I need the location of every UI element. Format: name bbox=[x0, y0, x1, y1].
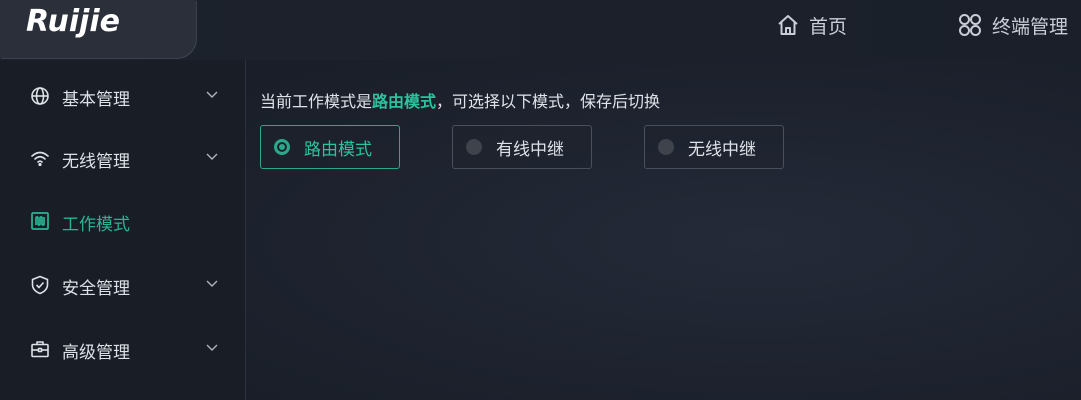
sidebar-item-basic-management[interactable]: 基本管理 bbox=[0, 76, 245, 116]
sidebar-item-label: 安全管理 bbox=[62, 279, 130, 299]
chevron-down-icon[interactable] bbox=[205, 278, 219, 288]
chevron-down-icon[interactable] bbox=[205, 151, 219, 161]
radio-selected-icon[interactable] bbox=[274, 139, 290, 155]
prompt-suffix: ，可选择以下模式，保存后切换 bbox=[436, 92, 661, 111]
mode-option-label: 路由模式 bbox=[304, 139, 372, 160]
toolbox-icon bbox=[31, 341, 49, 358]
wifi-icon bbox=[31, 151, 49, 167]
mode-option-wired-repeater[interactable]: 有线中继 bbox=[452, 125, 592, 169]
sidebar: 基本管理 无线管理 工作模式 安全管理 高级管理 bbox=[0, 60, 246, 400]
ruijie-logo[interactable]: Ruijie bbox=[26, 4, 120, 39]
home-icon bbox=[778, 15, 798, 35]
radio-unselected-icon[interactable] bbox=[466, 139, 482, 155]
nav-terminal-management-link[interactable]: 终端管理 bbox=[957, 10, 1068, 40]
logo-block: Ruijie bbox=[0, 0, 196, 58]
nav-home-label: 首页 bbox=[809, 15, 848, 38]
sidebar-item-label: 无线管理 bbox=[62, 152, 130, 172]
sidebar-item-label: 基本管理 bbox=[62, 90, 130, 110]
prompt-prefix: 当前工作模式是 bbox=[260, 92, 373, 111]
globe-icon bbox=[31, 87, 49, 105]
nav-terminal-management-label: 终端管理 bbox=[992, 15, 1069, 38]
sidebar-item-security-management[interactable]: 安全管理 bbox=[0, 265, 245, 305]
chevron-down-icon[interactable] bbox=[205, 342, 219, 352]
chevron-down-icon[interactable] bbox=[205, 89, 219, 99]
mode-option-route[interactable]: 路由模式 bbox=[260, 125, 400, 169]
top-header: Ruijie 首页 终端管理 bbox=[0, 0, 1081, 60]
sidebar-item-advanced-management[interactable]: 高级管理 bbox=[0, 329, 245, 369]
current-mode-highlight: 路由模式 bbox=[372, 92, 437, 111]
work-mode-icon bbox=[31, 212, 49, 230]
mode-option-label: 无线中继 bbox=[688, 139, 756, 160]
mode-option-label: 有线中继 bbox=[496, 139, 564, 160]
work-mode-prompt: 当前工作模式是路由模式，可选择以下模式，保存后切换 bbox=[260, 88, 660, 112]
mode-option-wireless-repeater[interactable]: 无线中继 bbox=[644, 125, 784, 169]
sidebar-item-label: 工作模式 bbox=[62, 215, 130, 235]
radio-unselected-icon[interactable] bbox=[658, 139, 674, 155]
sidebar-item-label: 高级管理 bbox=[62, 343, 130, 363]
sidebar-item-wireless-management[interactable]: 无线管理 bbox=[0, 138, 245, 178]
shield-icon bbox=[31, 275, 49, 295]
nav-home-link[interactable]: 首页 bbox=[776, 10, 847, 40]
sidebar-item-work-mode[interactable]: 工作模式 bbox=[0, 201, 245, 241]
terminal-management-icon bbox=[959, 14, 981, 36]
